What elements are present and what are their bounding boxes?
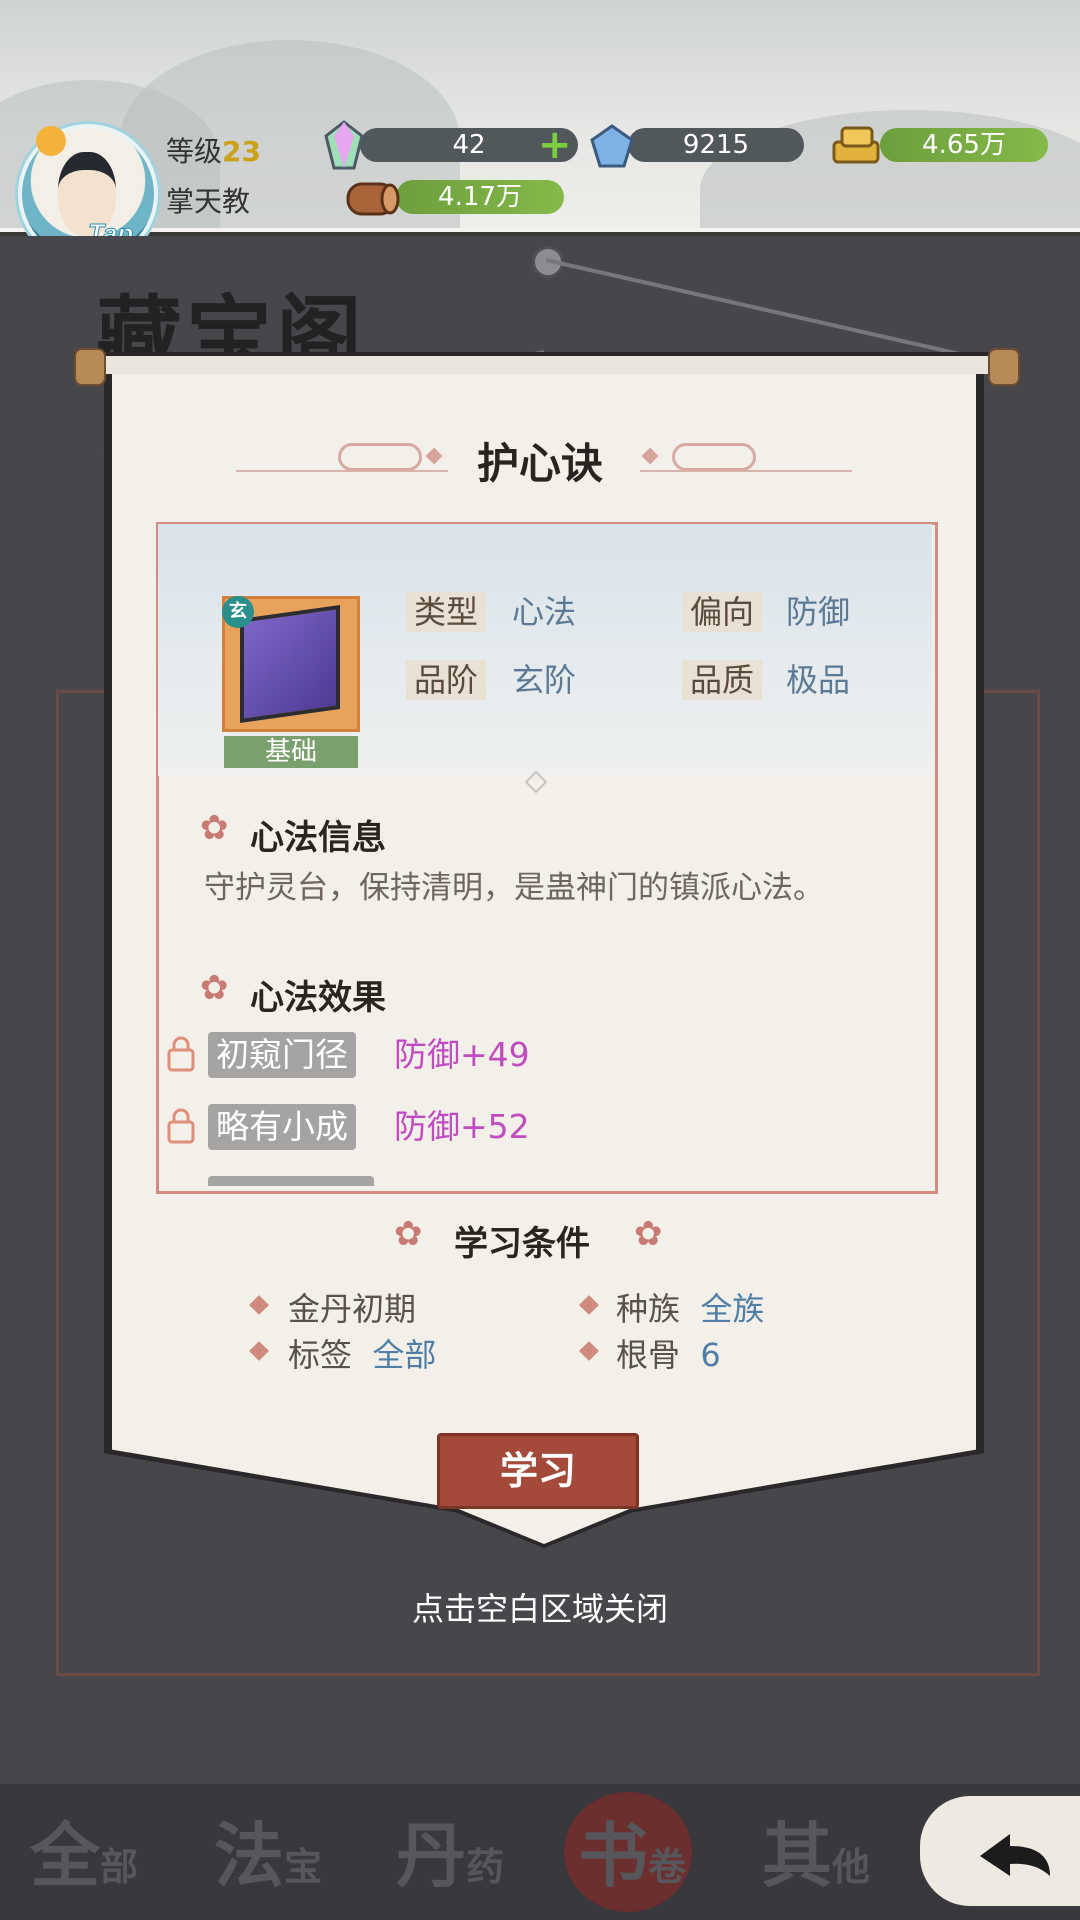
back-button[interactable] bbox=[920, 1796, 1080, 1906]
sun-icon bbox=[36, 126, 66, 156]
tab-artifact[interactable]: 法宝 bbox=[214, 1800, 322, 1901]
rod-end-right bbox=[988, 348, 1020, 386]
cloud-swirl-right bbox=[672, 443, 756, 471]
effect-stage-3-partial bbox=[208, 1176, 374, 1186]
cloud-swirl-left bbox=[338, 443, 422, 471]
gold-value: 4.65万 bbox=[922, 130, 1006, 160]
level-text: 等级 bbox=[166, 135, 223, 168]
wood-counter: 4.17万 bbox=[396, 180, 564, 214]
attr-type-key: 类型 bbox=[406, 592, 487, 632]
header-divider bbox=[0, 228, 1080, 232]
close-hint[interactable]: 点击空白区域关闭 bbox=[300, 1584, 780, 1630]
flower-icon: ✿ bbox=[634, 1214, 663, 1254]
attr-rank-value: 玄阶 bbox=[512, 661, 577, 699]
wood-value: 4.17万 bbox=[438, 182, 522, 212]
requirements-heading: 学习条件 bbox=[454, 1224, 590, 1264]
effect-stage-2: 略有小成 bbox=[208, 1104, 356, 1150]
level-label: 等级23 bbox=[166, 130, 261, 170]
title-ornament-left bbox=[236, 470, 448, 472]
technique-book-icon bbox=[240, 604, 340, 724]
attr-quality-key: 品质 bbox=[682, 660, 763, 700]
back-arrow-icon bbox=[980, 1834, 1050, 1876]
item-level-tag: 基础 bbox=[224, 736, 358, 768]
info-heading: 心法信息 bbox=[250, 818, 386, 858]
wood-log-icon bbox=[344, 176, 402, 220]
effect-stage-1: 初窥门径 bbox=[208, 1032, 356, 1078]
rainbow-crystal-icon bbox=[324, 120, 364, 170]
attr-type-value: 心法 bbox=[512, 593, 577, 631]
rod-end-left bbox=[74, 348, 106, 386]
tab-all[interactable]: 全部 bbox=[30, 1800, 138, 1901]
blue-gem-counter: 9215 bbox=[628, 128, 804, 162]
technique-description: 守护灵台，保持清明，是蛊神门的镇派心法。 bbox=[204, 870, 824, 906]
sect-name: 掌天教 bbox=[166, 185, 251, 218]
lock-icon bbox=[166, 1036, 196, 1072]
spirit-crystal-value: 42 bbox=[452, 130, 486, 160]
flower-icon: ✿ bbox=[200, 968, 229, 1008]
grade-badge: 玄 bbox=[222, 596, 254, 628]
learn-button[interactable]: 学习 bbox=[437, 1433, 639, 1509]
attr-rank-key: 品阶 bbox=[406, 660, 487, 700]
req-realm: 金丹初期 bbox=[288, 1290, 417, 1328]
tab-other[interactable]: 其他 bbox=[762, 1800, 870, 1901]
effect-heading: 心法效果 bbox=[250, 978, 386, 1018]
gold-counter: 4.65万 bbox=[880, 128, 1048, 162]
effect-bonus-2: 防御+52 bbox=[394, 1107, 530, 1146]
attr-bias-value: 防御 bbox=[786, 593, 851, 631]
attr-bias-key: 偏向 bbox=[682, 592, 763, 632]
technique-title: 护心诀 bbox=[476, 439, 603, 488]
attr-quality-value: 极品 bbox=[786, 661, 851, 699]
category-tab-bar bbox=[0, 1784, 1080, 1920]
req-tag: 标签 全部 bbox=[288, 1336, 437, 1374]
flower-icon: ✿ bbox=[200, 808, 229, 848]
scroll-rod bbox=[74, 352, 1014, 374]
effect-bonus-1: 防御+49 bbox=[394, 1035, 530, 1074]
blue-gem-icon bbox=[590, 124, 634, 168]
gold-ingot-icon bbox=[830, 122, 882, 168]
add-crystal-button[interactable]: + bbox=[538, 125, 574, 165]
level-value: 23 bbox=[222, 135, 261, 168]
lock-icon bbox=[166, 1108, 196, 1144]
tab-pill[interactable]: 丹药 bbox=[396, 1800, 504, 1901]
flower-icon: ✿ bbox=[394, 1214, 423, 1254]
blue-gem-value: 9215 bbox=[682, 130, 750, 160]
tab-scroll[interactable]: 书卷 bbox=[578, 1800, 686, 1901]
req-race: 种族 全族 bbox=[616, 1290, 765, 1328]
req-bone: 根骨 6 bbox=[616, 1336, 721, 1374]
